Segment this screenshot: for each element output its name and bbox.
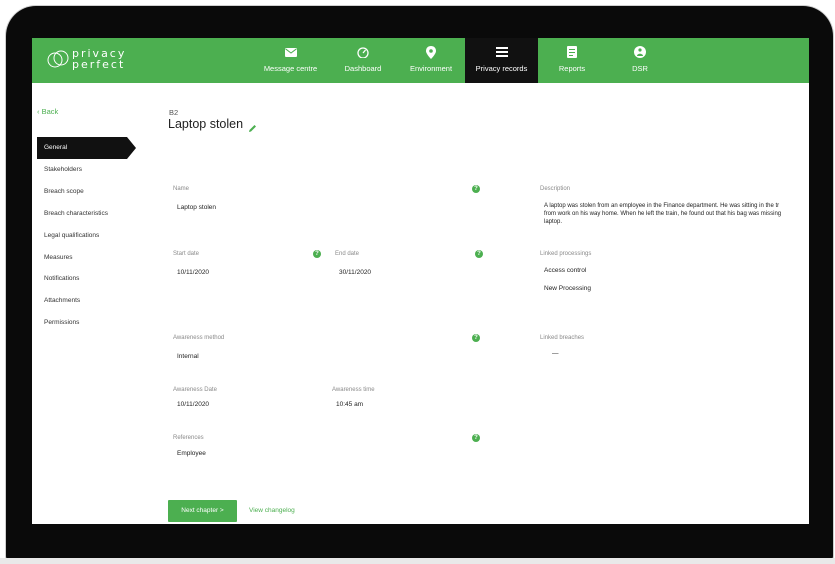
document-icon — [539, 46, 605, 58]
sidebar-item-breach-scope[interactable]: Breach scope — [44, 188, 84, 195]
awareness-method-label: Awareness method — [173, 335, 225, 341]
next-chapter-button[interactable]: Next chapter > — [168, 500, 237, 522]
device-base — [0, 558, 835, 564]
awareness-date-label: Awareness Date — [173, 387, 217, 393]
record-title: Laptop stolen — [168, 117, 244, 131]
help-icon[interactable]: ? — [475, 250, 483, 258]
references-label: References — [173, 435, 204, 441]
linked-processing-item[interactable]: Access control — [544, 267, 586, 274]
gauge-icon — [329, 46, 397, 58]
sidebar-item-notifications[interactable]: Notifications — [44, 275, 79, 282]
awareness-date-value[interactable]: 10/11/2020 — [177, 401, 209, 408]
sidebar-item-general[interactable]: General — [37, 137, 136, 159]
linked-breaches-label: Linked breaches — [540, 335, 585, 341]
record-number: B2 — [169, 108, 179, 117]
list-icon — [465, 46, 538, 58]
nav-label: DSR — [632, 64, 648, 73]
awareness-time-label: Awareness time — [332, 387, 375, 393]
description-label: Description — [540, 186, 571, 192]
nav-dashboard[interactable]: Dashboard — [329, 38, 397, 83]
end-date-value[interactable]: 30/11/2020 — [339, 269, 371, 276]
app-screen: privacy perfect Message centre Dashboard… — [32, 38, 809, 524]
nav-reports[interactable]: Reports — [539, 38, 605, 83]
location-pin-icon — [398, 45, 464, 59]
sidebar-item-breach-characteristics[interactable]: Breach characteristics — [44, 210, 108, 217]
sidebar-item-measures[interactable]: Measures — [44, 254, 73, 261]
help-icon[interactable]: ? — [472, 185, 480, 193]
nav-dsr[interactable]: DSR — [606, 38, 674, 83]
logo-text: privacy perfect — [72, 48, 126, 70]
help-icon[interactable]: ? — [472, 334, 480, 342]
linked-processings-label: Linked processings — [540, 251, 592, 257]
sidebar-item-attachments[interactable]: Attachments — [44, 297, 80, 304]
nav-label: Reports — [558, 64, 586, 73]
linked-processing-item[interactable]: New Processing — [544, 285, 591, 292]
references-value[interactable]: Employee — [177, 450, 206, 457]
envelope-icon — [253, 46, 328, 58]
start-date-label: Start date — [173, 251, 200, 257]
person-circle-icon — [606, 46, 674, 58]
name-label: Name — [173, 186, 190, 192]
description-line: A laptop was stolen from an employee in … — [544, 203, 780, 209]
nav-label: Environment — [409, 64, 453, 73]
nav-environment[interactable]: Environment — [398, 38, 464, 83]
logo-rings-icon — [47, 50, 69, 68]
nav-label: Message centre — [263, 64, 318, 73]
nav-label: Privacy records — [475, 64, 528, 73]
awareness-time-value[interactable]: 10:45 am — [336, 401, 363, 408]
help-icon[interactable]: ? — [313, 250, 321, 258]
description-value[interactable]: A laptop was stolen from an employee in … — [544, 202, 809, 226]
sidebar-item-permissions[interactable]: Permissions — [44, 319, 79, 326]
end-date-label: End date — [335, 251, 360, 257]
nav-privacy-records[interactable]: Privacy records — [465, 38, 538, 83]
awareness-method-value[interactable]: Internal — [177, 353, 199, 360]
sidebar-item-label: General — [44, 144, 68, 151]
back-link[interactable]: ‹ Back — [37, 107, 58, 116]
edit-pencil-icon[interactable] — [248, 120, 257, 138]
nav-message-centre[interactable]: Message centre — [253, 38, 328, 83]
top-navigation-bar: privacy perfect Message centre Dashboard… — [32, 38, 809, 83]
start-date-value[interactable]: 10/11/2020 — [177, 269, 209, 276]
sidebar-item-legal-qualifications[interactable]: Legal qualifications — [44, 232, 99, 239]
nav-label: Dashboard — [344, 64, 382, 73]
sidebar-item-stakeholders[interactable]: Stakeholders — [44, 166, 82, 173]
help-icon[interactable]: ? — [472, 434, 480, 442]
description-line: laptop. — [544, 219, 563, 225]
description-line: from work on his way home. When he left … — [544, 211, 782, 217]
view-changelog-link[interactable]: View changelog — [249, 507, 295, 514]
privacy-perfect-logo[interactable]: privacy perfect — [46, 46, 136, 76]
logo-text-line2: perfect — [72, 58, 126, 71]
name-value[interactable]: Laptop stolen — [177, 204, 216, 211]
linked-breaches-value: — — [552, 350, 559, 357]
